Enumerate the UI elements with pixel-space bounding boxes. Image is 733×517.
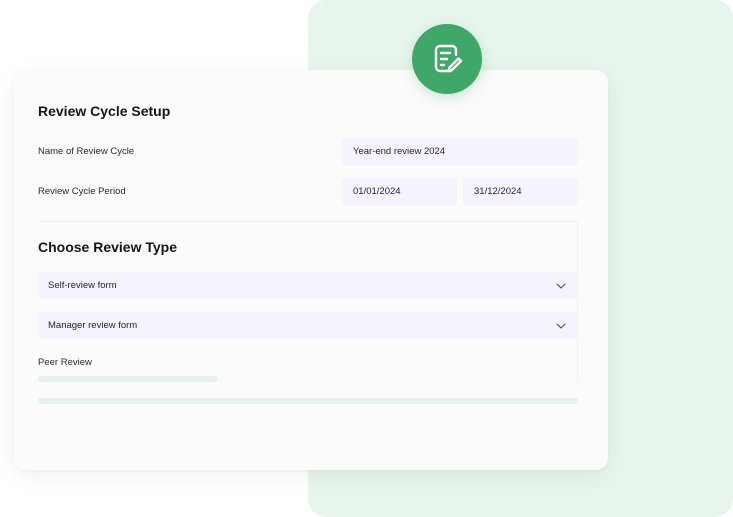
chevron-down-icon[interactable] — [555, 320, 567, 332]
peer-review-placeholder-bar — [38, 376, 218, 382]
period-end-date-field[interactable]: 31/12/2024 — [463, 178, 578, 205]
edit-document-icon — [434, 44, 463, 73]
self-review-form-select[interactable]: Self-review form — [38, 272, 577, 299]
edit-document-badge — [412, 24, 482, 94]
review-cycle-card — [14, 70, 608, 470]
manager-review-form-select[interactable]: Manager review form — [38, 312, 577, 339]
scroll-area-edge — [577, 221, 578, 381]
name-of-review-cycle-label: Name of Review Cycle — [38, 146, 135, 157]
review-cycle-name-field[interactable]: Year-end review 2024 — [342, 138, 578, 165]
content-placeholder-bar — [38, 398, 578, 404]
manager-review-form-label: Manager review form — [48, 320, 138, 331]
period-start-date-field[interactable]: 01/01/2024 — [342, 178, 457, 205]
self-review-form-label: Self-review form — [48, 280, 117, 291]
choose-review-type-title: Choose Review Type — [38, 239, 178, 255]
chevron-down-icon[interactable] — [555, 280, 567, 292]
review-cycle-setup-title: Review Cycle Setup — [38, 103, 171, 119]
review-cycle-period-label: Review Cycle Period — [38, 186, 126, 197]
peer-review-label: Peer Review — [38, 357, 92, 368]
section-divider — [38, 221, 578, 222]
